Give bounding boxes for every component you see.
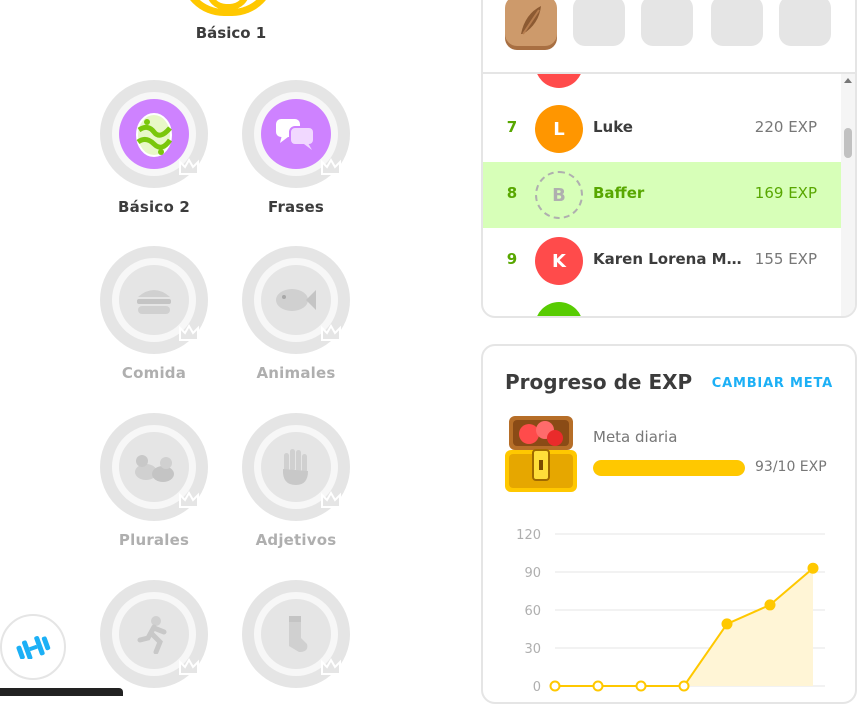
daily-goal-label: Meta diaria [593, 428, 678, 446]
daily-goal-value: 93/10 EXP [755, 459, 827, 475]
skill-label: Frases [267, 198, 325, 216]
leaderboard-row-current-user[interactable]: 8 B Baffer 169 EXP [483, 162, 843, 228]
y-tick-label: 0 [533, 680, 541, 695]
practice-weights-button[interactable] [0, 614, 66, 680]
crown-icon [321, 657, 341, 675]
locked-league-badge[interactable] [641, 0, 693, 46]
user-name: Karen Lorena Mat... [593, 250, 743, 268]
locked-league-badge[interactable] [573, 0, 625, 46]
crown-icon [179, 157, 199, 175]
crown-icon [179, 490, 199, 508]
bronze-league-badge[interactable] [505, 0, 557, 46]
user-xp: 220 EXP [754, 118, 817, 136]
rank-number: 8 [506, 184, 518, 202]
avatar: L [535, 105, 583, 153]
leaderboard[interactable]: 7 L Luke 220 EXP 8 B Baffer 169 EXP 9 K … [481, 72, 857, 318]
dumbbell-icon [16, 636, 51, 659]
user-name: Luke [593, 118, 633, 136]
xp-progress-card: Progreso de EXP CAMBIAR META Meta diaria… [481, 344, 857, 704]
y-tick-label: 90 [524, 566, 541, 581]
skill-adjetivos[interactable]: Adjetivos [231, 413, 361, 549]
data-point [807, 562, 819, 574]
user-xp: 169 EXP [754, 184, 817, 202]
y-tick-label: 60 [524, 604, 541, 619]
scrollbar-thumb[interactable] [844, 128, 852, 158]
skill-ring[interactable] [242, 413, 350, 521]
xp-chart: 0 30 60 90 120 [516, 528, 825, 695]
skill-locked-7[interactable] [89, 580, 219, 688]
crown-icon [321, 157, 341, 175]
data-point [764, 599, 776, 611]
avatar [535, 74, 583, 88]
tooltip [0, 688, 123, 696]
change-goal-link[interactable]: CAMBIAR META [712, 376, 833, 391]
daily-goal-progress-bar [593, 460, 745, 476]
league-badges [481, 0, 857, 72]
crown-icon [321, 490, 341, 508]
leaderboard-row[interactable]: 9 K Karen Lorena Mat... 155 EXP [483, 228, 843, 294]
skill-ring[interactable] [242, 580, 350, 688]
skill-locked-8[interactable] [231, 580, 361, 688]
rank-number: 9 [506, 250, 518, 268]
y-tick-label: 120 [516, 528, 541, 543]
crown-icon [179, 657, 199, 675]
data-point [635, 680, 647, 692]
locked-league-badge[interactable] [779, 0, 831, 46]
data-point [721, 618, 733, 630]
user-xp: 155 EXP [754, 250, 817, 268]
locked-league-badge[interactable] [711, 0, 763, 46]
area-fill [555, 568, 813, 686]
scrollbar[interactable] [841, 74, 855, 316]
y-tick-label: 30 [524, 642, 541, 657]
skill-label: Plurales [118, 531, 190, 549]
skill-plurales[interactable]: Plurales [89, 413, 219, 549]
skill-ring[interactable] [242, 246, 350, 354]
avatar: B [535, 171, 583, 219]
user-name: Baffer [593, 184, 645, 202]
skill-ring[interactable] [100, 246, 208, 354]
skill-label-basico-1: Básico 1 [195, 24, 267, 42]
skill-comida[interactable]: Comida [89, 246, 219, 382]
feather-icon [521, 6, 541, 35]
crown-icon [321, 323, 341, 341]
skill-basico-2[interactable]: Básico 2 [89, 80, 219, 216]
treasure-chest-icon [505, 416, 577, 492]
data-point [549, 680, 561, 692]
skill-frases[interactable]: Frases [231, 80, 361, 216]
scroll-up-icon[interactable] [844, 78, 852, 83]
skill-label: Comida [121, 364, 187, 382]
data-point [678, 680, 690, 692]
leaderboard-row[interactable]: 7 L Luke 220 EXP [483, 96, 843, 162]
skill-label: Animales [256, 364, 336, 382]
skill-ring[interactable] [242, 80, 350, 188]
avatar: K [535, 237, 583, 285]
skill-ring[interactable] [100, 413, 208, 521]
rank-number: 7 [506, 118, 518, 136]
skill-label: Adjetivos [255, 531, 337, 549]
skill-ring[interactable] [100, 580, 208, 688]
daily-goal-progress-fill [593, 460, 745, 476]
card-title: Progreso de EXP [505, 370, 693, 394]
data-point [592, 680, 604, 692]
skill-ring[interactable] [100, 80, 208, 188]
avatar [535, 302, 583, 316]
skill-animales[interactable]: Animales [231, 246, 361, 382]
skill-label: Básico 2 [117, 198, 191, 216]
crown-icon [179, 323, 199, 341]
